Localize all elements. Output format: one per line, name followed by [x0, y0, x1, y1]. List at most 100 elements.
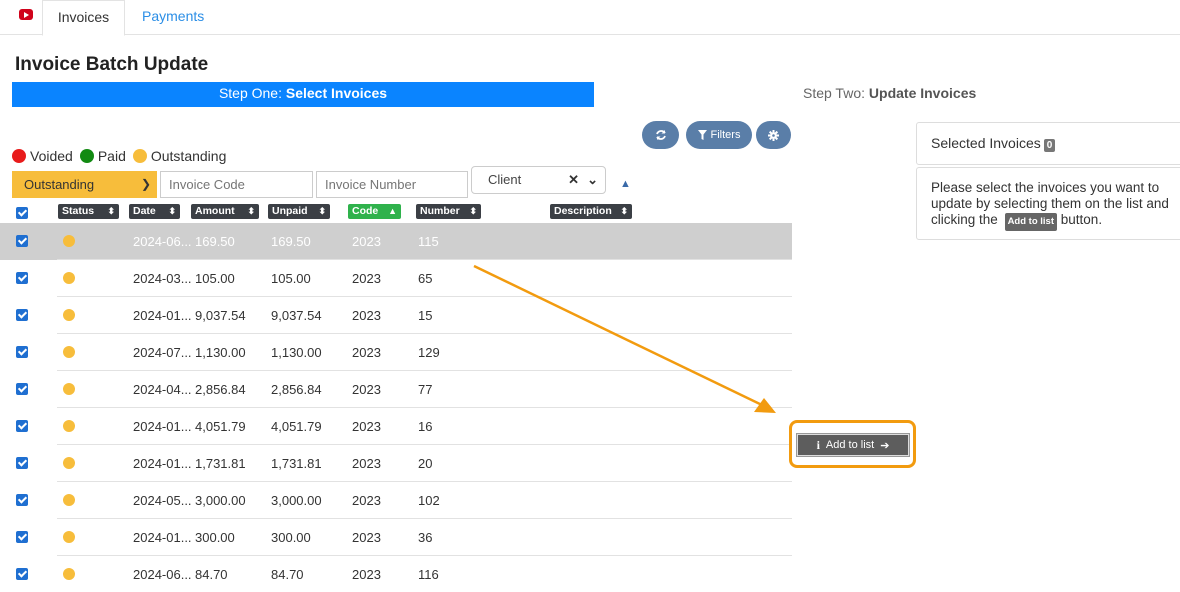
row-checkbox[interactable]	[16, 383, 28, 395]
legend-paid: Paid	[79, 148, 126, 164]
filters-button[interactable]: Filters	[686, 121, 752, 149]
table-row[interactable]: 2024-05... 3,000.00 3,000.00 2023 102	[0, 482, 792, 519]
amount-cell: 169.50	[195, 234, 235, 249]
legend-outstanding: Outstanding	[132, 148, 227, 164]
table-row[interactable]: 2024-01... 300.00 300.00 2023 36	[0, 519, 792, 556]
status-dot-icon	[63, 309, 75, 321]
number-cell: 16	[418, 419, 433, 434]
step-one-prefix: Step One:	[218, 85, 286, 101]
sort-amount-button[interactable]: Amount ⬍	[191, 204, 259, 219]
date-cell: 2024-06...	[133, 567, 192, 582]
add-to-list-badge: Add to list	[1004, 213, 1058, 231]
row-checkbox[interactable]	[16, 420, 28, 432]
sort-unpaid-button[interactable]: Unpaid ⬍	[268, 204, 330, 219]
date-cell: 2024-01...	[133, 530, 192, 545]
table-row[interactable]: 2024-01... 9,037.54 9,037.54 2023 15	[0, 297, 792, 334]
status-dot-icon	[63, 568, 75, 580]
unpaid-cell: 2,856.84	[271, 382, 322, 397]
number-cell: 116	[418, 567, 439, 582]
page-title: Invoice Batch Update	[15, 54, 209, 75]
sort-status-button[interactable]: Status ⬍	[58, 204, 119, 219]
date-cell: 2024-04...	[133, 382, 192, 397]
sort-icon: ⬍	[469, 206, 477, 216]
status-dot-icon	[63, 346, 75, 358]
date-cell: 2024-03...	[133, 271, 192, 286]
status-dot-icon	[63, 272, 75, 284]
selected-invoices-message: Please select the invoices you want to u…	[916, 167, 1180, 240]
clear-icon[interactable]: ✕	[568, 167, 579, 193]
settings-button[interactable]	[756, 121, 791, 149]
table-row[interactable]: 2024-04... 2,856.84 2,856.84 2023 77	[0, 371, 792, 408]
date-cell: 2024-01...	[133, 419, 192, 434]
number-cell: 65	[418, 271, 433, 286]
unpaid-cell: 3,000.00	[271, 493, 322, 508]
sort-number-button[interactable]: Number ⬍	[416, 204, 481, 219]
table-row[interactable]: 2024-07... 1,130.00 1,130.00 2023 129	[0, 334, 792, 371]
filter-icon	[697, 130, 707, 140]
tab-bar: Invoices Payments	[0, 0, 1180, 36]
unpaid-cell: 1,731.81	[271, 456, 322, 471]
date-cell: 2024-05...	[133, 493, 192, 508]
sort-icon: ⬍	[168, 206, 176, 216]
code-cell: 2023	[352, 530, 381, 545]
status-header-label: Status	[62, 205, 95, 217]
code-cell: 2023	[352, 345, 381, 360]
row-checkbox[interactable]	[16, 457, 28, 469]
code-cell: 2023	[352, 234, 381, 249]
table-row[interactable]: 2024-06... 169.50 169.50 2023 115	[0, 223, 792, 260]
code-cell: 2023	[352, 419, 381, 434]
filters-label: Filters	[710, 129, 741, 141]
sort-icon: ⬍	[318, 206, 326, 216]
amount-cell: 2,856.84	[195, 382, 246, 397]
row-checkbox[interactable]	[16, 531, 28, 543]
description-header-label: Description	[554, 205, 612, 217]
add-to-list-button[interactable]: i Add to list ➔	[796, 433, 910, 457]
number-cell: 77	[418, 382, 433, 397]
invoice-number-input[interactable]	[316, 171, 468, 198]
date-cell: 2024-01...	[133, 456, 192, 471]
number-cell: 102	[418, 493, 440, 508]
select-all-checkbox[interactable]	[16, 207, 28, 219]
status-filter-select[interactable]: Outstanding ❯	[12, 171, 157, 198]
tab-payments[interactable]: Payments	[126, 0, 220, 36]
table-row[interactable]: 2024-06... 84.70 84.70 2023 116	[0, 556, 792, 592]
selected-invoices-title: Selected Invoices	[931, 135, 1041, 151]
table-row[interactable]: 2024-01... 1,731.81 1,731.81 2023 20	[0, 445, 792, 482]
refresh-button[interactable]	[642, 121, 679, 149]
unpaid-cell: 84.70	[271, 567, 304, 582]
unpaid-cell: 169.50	[271, 234, 311, 249]
row-checkbox[interactable]	[16, 568, 28, 580]
sort-description-button[interactable]: Description ⬍	[550, 204, 632, 219]
sort-code-button[interactable]: Code ▲	[348, 204, 401, 219]
table-row[interactable]: 2024-01... 4,051.79 4,051.79 2023 16	[0, 408, 792, 445]
table-row[interactable]: 2024-03... 105.00 105.00 2023 65	[0, 260, 792, 297]
code-cell: 2023	[352, 382, 381, 397]
status-dot-icon	[63, 494, 75, 506]
sort-date-button[interactable]: Date ⬍	[129, 204, 180, 219]
number-cell: 115	[418, 234, 439, 249]
code-cell: 2023	[352, 567, 381, 582]
arrow-right-icon: ➔	[880, 439, 890, 452]
code-header-label: Code	[352, 205, 379, 217]
step-one-title: Select Invoices	[285, 85, 388, 101]
eraser-icon[interactable]: ▲	[620, 178, 631, 190]
unpaid-cell: 300.00	[271, 530, 311, 545]
legend-outstanding-label: Outstanding	[150, 148, 227, 164]
tab-invoices[interactable]: Invoices	[42, 0, 125, 36]
number-cell: 20	[418, 456, 433, 471]
unpaid-cell: 4,051.79	[271, 419, 322, 434]
row-checkbox[interactable]	[16, 235, 28, 247]
status-dot-icon	[63, 420, 75, 432]
unpaid-cell: 105.00	[271, 271, 311, 286]
gear-icon	[768, 129, 779, 141]
date-cell: 2024-07...	[133, 345, 192, 360]
row-checkbox[interactable]	[16, 309, 28, 321]
client-select[interactable]: Client ✕ ⌄	[471, 166, 606, 194]
row-checkbox[interactable]	[16, 494, 28, 506]
invoice-code-input[interactable]	[160, 171, 313, 198]
row-checkbox[interactable]	[16, 272, 28, 284]
row-checkbox[interactable]	[16, 346, 28, 358]
step-two-label: Step Two: Update Invoices	[803, 85, 976, 101]
amount-cell: 105.00	[195, 271, 235, 286]
amount-cell: 84.70	[195, 567, 228, 582]
